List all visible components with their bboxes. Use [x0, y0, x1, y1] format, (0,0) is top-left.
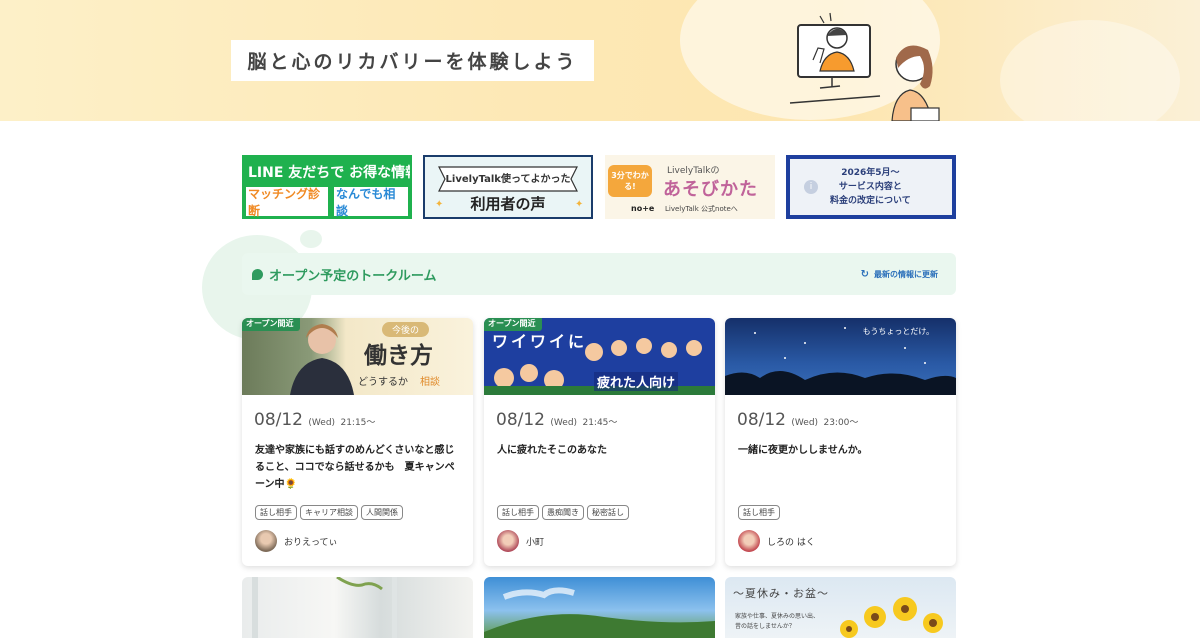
talk-room-card[interactable]: 今後の 働き方 どうするか 相談 オープン間近 08/12 (Wed) 21:1… — [242, 318, 473, 566]
price-notice-banner[interactable]: i 2026年5月〜 サービス内容と 料金の改定について — [786, 155, 956, 219]
room-host: おりえってぃ — [255, 530, 338, 552]
talk-room-card[interactable]: もうちょっとだけ。 08/12 (Wed) 23:00〜 一緒に夜更かししません… — [725, 318, 956, 566]
host-avatar — [497, 530, 519, 552]
notice-panel: i 2026年5月〜 サービス内容と 料金の改定について — [790, 159, 952, 215]
talk-room-card[interactable] — [242, 577, 473, 638]
room-weekday: (Wed) — [791, 418, 819, 428]
notice-date: 2026年5月〜 — [841, 168, 900, 178]
room-weekday: (Wed) — [550, 418, 578, 428]
room-tag: 話し相手 — [497, 505, 539, 520]
room-time: 21:15〜 — [340, 418, 376, 428]
room-description: 一緒に夜更かししませんか。 — [738, 445, 868, 456]
line-friends-banner[interactable]: LINE 友だちで お得な情報 マッチング診断 なんでも相談 — [242, 155, 412, 219]
host-name: おりえってぃ — [284, 537, 338, 548]
decorative-blob — [300, 230, 322, 248]
room-tags: 話し相手 キャリア相談 人間関係 — [255, 505, 403, 520]
voice-banner-title: 利用者の声 — [470, 195, 546, 213]
leaf-icon — [252, 268, 263, 280]
hero-glow — [1000, 20, 1180, 121]
line-banner-title: LINE 友だちで お得な情報 — [248, 165, 412, 181]
room-tag: 人間関係 — [361, 505, 403, 520]
host-avatar — [255, 530, 277, 552]
talk-room-card[interactable]: 〜夏休み・お盆〜 家族や仕事、夏休みの思い出、 昔の話をしませんか？ — [725, 577, 956, 638]
room-date: 08/12 — [254, 410, 303, 430]
host-avatar — [738, 530, 760, 552]
note-banner-title: あそびかた — [663, 179, 758, 200]
section-title-text: オープン予定のトークルーム — [269, 268, 437, 284]
thumb-text: 今後の — [382, 322, 430, 337]
room-datetime: 08/12 (Wed) 21:15〜 — [254, 410, 375, 430]
thumb-text: ワイワイに — [492, 332, 588, 351]
notice-line2: 料金の改定について — [830, 196, 911, 206]
room-datetime: 08/12 (Wed) 23:00〜 — [737, 410, 858, 430]
upcoming-rooms-header: オープン予定のトークルーム ↻ 最新の情報に更新 — [242, 253, 956, 295]
voice-banner-subtitle: LivelyTalk使ってよかった — [445, 174, 571, 185]
three-minutes-badge: 3分でわかる! — [608, 165, 652, 197]
room-date: 08/12 — [737, 410, 786, 430]
thumb-text: 疲れた人向け — [594, 372, 679, 391]
note-link-text: LivelyTalk 公式noteへ — [665, 205, 738, 213]
sunflower-thumbnail — [840, 597, 943, 638]
room-tags: 話し相手 — [738, 505, 780, 520]
landscape-thumbnail — [484, 587, 715, 638]
video-call-illustration — [789, 12, 940, 121]
hero-banner: 脳と心のリカバリーを体験しよう — [0, 0, 1200, 121]
room-time: 23:00〜 — [823, 418, 859, 428]
room-tag: キャリア相談 — [300, 505, 358, 520]
room-tag: 話し相手 — [738, 505, 780, 520]
refresh-button[interactable]: ↻ 最新の情報に更新 — [861, 269, 938, 280]
thumb-text: もうちょっとだけ。 — [862, 327, 934, 336]
user-voice-banner[interactable]: ✦ ✦ LivelyTalk使ってよかった 利用者の声 — [423, 155, 593, 219]
room-tag: 愚痴聞き — [542, 505, 584, 520]
room-weekday: (Wed) — [308, 418, 336, 428]
room-description: 友達や家族にも話すのめんどくさいなと感じること、ココでなら話せるかも 夏キャンペ… — [255, 445, 455, 490]
thumb-text: どうするか — [358, 377, 408, 388]
how-to-play-banner[interactable]: 3分でわかる! LivelyTalkの あそびかた no+e LivelyTal… — [605, 155, 775, 219]
opening-soon-badge: オープン間近 — [242, 318, 300, 331]
room-time: 21:45〜 — [582, 418, 618, 428]
talk-room-card[interactable] — [484, 577, 715, 638]
room-tag: 話し相手 — [255, 505, 297, 520]
room-tag: 秘密話し — [587, 505, 629, 520]
note-logo: no+e — [631, 204, 655, 213]
room-datetime: 08/12 (Wed) 21:45〜 — [496, 410, 617, 430]
room-description: 人に疲れたそこのあなた — [497, 445, 607, 456]
room-date: 08/12 — [496, 410, 545, 430]
info-icon: i — [804, 180, 818, 194]
room-tags: 話し相手 愚痴聞き 秘密話し — [497, 505, 629, 520]
opening-soon-badge: オープン間近 — [484, 318, 542, 331]
host-name: 小町 — [526, 537, 545, 548]
consultation-button[interactable]: なんでも相談 — [334, 187, 408, 217]
promo-banners: LINE 友だちで お得な情報 マッチング診断 なんでも相談 ✦ ✦ Livel… — [242, 155, 956, 219]
notice-text: 2026年5月〜 サービス内容と 料金の改定について — [830, 166, 911, 208]
section-title: オープン予定のトークルーム — [252, 265, 436, 284]
room-host: 小町 — [497, 530, 544, 552]
refresh-label: 最新の情報に更新 — [874, 269, 938, 279]
curtain-thumbnail — [252, 577, 397, 638]
thumb-text: 働き方 — [364, 343, 433, 369]
matching-diagnosis-button[interactable]: マッチング診断 — [246, 187, 328, 217]
thumb-text: 相談 — [420, 377, 440, 388]
refresh-icon: ↻ — [860, 268, 869, 280]
talk-room-card[interactable]: ワイワイに 疲れた人向け オープン間近 08/12 (Wed) 21:45〜 人… — [484, 318, 715, 566]
host-name: しろの はく — [767, 537, 815, 548]
hero-title: 脳と心のリカバリーを体験しよう — [231, 40, 594, 81]
notice-line1: サービス内容と — [838, 182, 902, 192]
room-host: しろの はく — [738, 530, 815, 552]
room-thumbnail: もうちょっとだけ。 — [725, 318, 956, 395]
